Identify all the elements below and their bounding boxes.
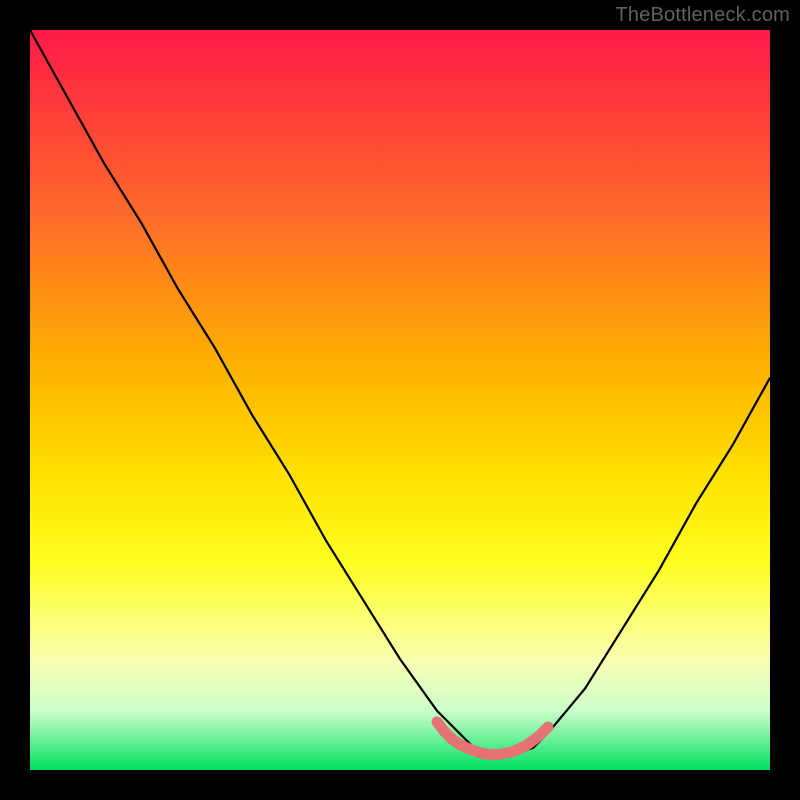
curve-layer — [30, 30, 770, 770]
chart-canvas: TheBottleneck.com — [0, 0, 800, 800]
watermark-text: TheBottleneck.com — [615, 4, 790, 27]
bottleneck-curve — [30, 30, 770, 755]
plot-area — [30, 30, 770, 770]
